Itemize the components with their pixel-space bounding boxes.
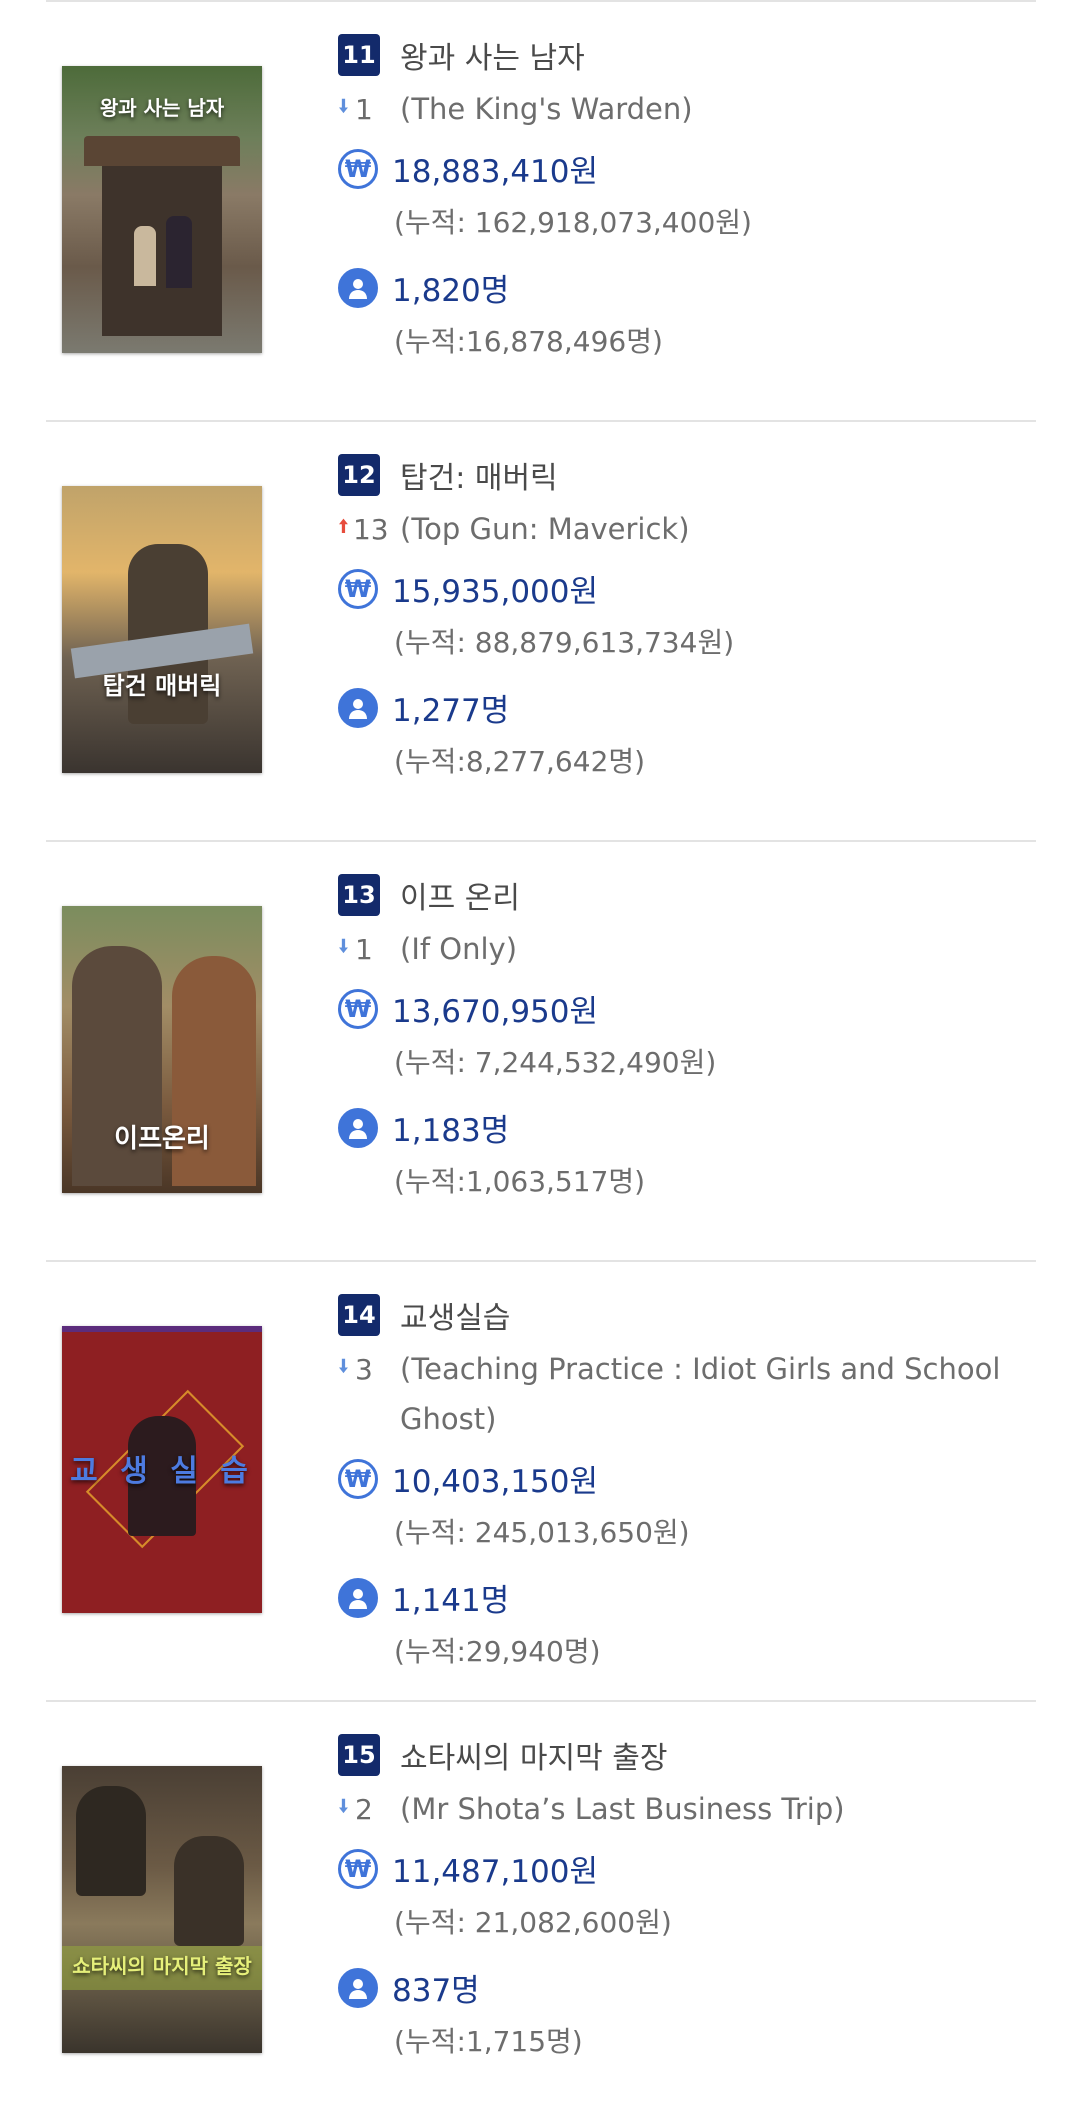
- revenue-value: 11,487,100원: [392, 1854, 599, 1890]
- revenue-value: 15,935,000원: [392, 574, 599, 610]
- won-icon: ₩: [338, 1458, 378, 1499]
- arrow-down-icon: 🠫: [338, 94, 349, 118]
- audience-cumulative: (누적:16,878,496명): [394, 325, 663, 358]
- movie-item[interactable]: 이프온리 13 이프 온리 🠫 1 (If Only) ₩ 13,670,950…: [46, 840, 1036, 1260]
- rank-change-value: 3: [354, 1352, 373, 1386]
- movie-title-english: (Mr Shota’s Last Business Trip): [400, 1792, 845, 1826]
- won-icon: ₩: [338, 1848, 378, 1889]
- revenue-cumulative: (누적: 162,918,073,400원): [394, 206, 752, 239]
- rank-badge: 12: [338, 454, 380, 496]
- audience-cumulative: (누적:1,063,517명): [394, 1165, 646, 1198]
- revenue-value: 10,403,150원: [392, 1464, 599, 1500]
- audience-cumulative: (누적:8,277,642명): [394, 745, 646, 778]
- movie-item[interactable]: 교 생 실 습 14 교생실습 🠫 3 (Teaching Practice :…: [46, 1260, 1036, 1700]
- box-office-list: 왕과 사는 남자 11 왕과 사는 남자 🠫 1 (The King's War…: [46, 0, 1036, 2120]
- rank-change: 🠫 3: [338, 1352, 400, 1386]
- movie-title-english: (The King's Warden): [400, 92, 693, 126]
- movie-info: 12 탑건: 매버릭 🠩 13 (Top Gun: Maverick) ₩ 15…: [338, 452, 1028, 780]
- rank-badge: 14: [338, 1294, 380, 1336]
- movie-info: 13 이프 온리 🠫 1 (If Only) ₩ 13,670,950원 (누적…: [338, 872, 1028, 1200]
- movie-title-korean[interactable]: 왕과 사는 남자: [400, 33, 585, 77]
- audience-value: 1,277명: [392, 693, 510, 729]
- revenue-value: 13,670,950원: [392, 994, 599, 1030]
- audience-cumulative: (누적:29,940명): [394, 1635, 601, 1668]
- poster-title-text: 이프온리: [114, 1124, 210, 1154]
- audience-value: 837명: [392, 1973, 480, 2009]
- movie-item[interactable]: 탑건 매버릭 12 탑건: 매버릭 🠩 13 (Top Gun: Maveric…: [46, 420, 1036, 840]
- person-icon: [338, 1577, 378, 1618]
- movie-poster[interactable]: 교 생 실 습: [62, 1326, 262, 1613]
- arrow-down-icon: 🠫: [338, 934, 349, 958]
- person-icon: [338, 687, 378, 728]
- person-icon: [338, 267, 378, 308]
- audience-value: 1,183명: [392, 1113, 510, 1149]
- rank-change: 🠫 2: [338, 1792, 400, 1826]
- movie-info: 14 교생실습 🠫 3 (Teaching Practice : Idiot G…: [338, 1292, 1028, 1670]
- revenue-cumulative: (누적: 245,013,650원): [394, 1516, 690, 1549]
- movie-item[interactable]: 쇼타씨의 마지막 출장 15 쇼타씨의 마지막 출장 🠫 2 (Mr Shota…: [46, 1700, 1036, 2120]
- won-icon: ₩: [338, 148, 378, 189]
- poster-title-text: 쇼타씨의 마지막 출장: [72, 1954, 252, 1978]
- movie-title-english: (If Only): [400, 932, 518, 966]
- person-icon: [338, 1107, 378, 1148]
- rank-badge: 13: [338, 874, 380, 916]
- rank-change-value: 1: [354, 92, 373, 126]
- rank-badge: 11: [338, 34, 380, 76]
- revenue-cumulative: (누적: 21,082,600원): [394, 1906, 672, 1939]
- movie-poster[interactable]: 이프온리: [62, 906, 262, 1193]
- poster-title-text: 왕과 사는 남자: [99, 96, 225, 120]
- arrow-up-icon: 🠩: [338, 514, 349, 538]
- movie-title-korean[interactable]: 교생실습: [400, 1293, 510, 1337]
- arrow-down-icon: 🠫: [338, 1354, 349, 1378]
- poster-title-text: 교 생 실 습: [70, 1454, 254, 1489]
- movie-info: 11 왕과 사는 남자 🠫 1 (The King's Warden) ₩ 18…: [338, 32, 1028, 360]
- rank-change: 🠫 1: [338, 932, 400, 966]
- rank-change-value: 2: [354, 1792, 373, 1826]
- revenue-cumulative: (누적: 88,879,613,734원): [394, 626, 735, 659]
- revenue-cumulative: (누적: 7,244,532,490원): [394, 1046, 717, 1079]
- movie-item[interactable]: 왕과 사는 남자 11 왕과 사는 남자 🠫 1 (The King's War…: [46, 0, 1036, 420]
- movie-title-korean[interactable]: 탑건: 매버릭: [400, 453, 558, 497]
- movie-poster[interactable]: 탑건 매버릭: [62, 486, 262, 773]
- rank-change: 🠩 13: [338, 512, 400, 546]
- movie-title-korean[interactable]: 이프 온리: [400, 873, 520, 917]
- movie-info: 15 쇼타씨의 마지막 출장 🠫 2 (Mr Shota’s Last Busi…: [338, 1732, 1028, 2060]
- arrow-down-icon: 🠫: [338, 1794, 349, 1818]
- won-icon: ₩: [338, 568, 378, 609]
- poster-title-text: 탑건 매버릭: [102, 672, 222, 700]
- movie-title-english: (Top Gun: Maverick): [400, 512, 690, 546]
- rank-badge: 15: [338, 1734, 380, 1776]
- audience-cumulative: (누적:1,715명): [394, 2025, 583, 2058]
- movie-poster[interactable]: 쇼타씨의 마지막 출장: [62, 1766, 262, 2053]
- audience-value: 1,820명: [392, 273, 510, 309]
- audience-value: 1,141명: [392, 1583, 510, 1619]
- revenue-value: 18,883,410원: [392, 154, 599, 190]
- rank-change: 🠫 1: [338, 92, 400, 126]
- rank-change-value: 1: [354, 932, 373, 966]
- movie-title-english: (Teaching Practice : Idiot Girls and Sch…: [400, 1352, 1001, 1436]
- won-icon: ₩: [338, 988, 378, 1029]
- movie-poster[interactable]: 왕과 사는 남자: [62, 66, 262, 353]
- rank-change-value: 13: [352, 512, 389, 546]
- person-icon: [338, 1967, 378, 2008]
- movie-title-korean[interactable]: 쇼타씨의 마지막 출장: [400, 1733, 667, 1777]
